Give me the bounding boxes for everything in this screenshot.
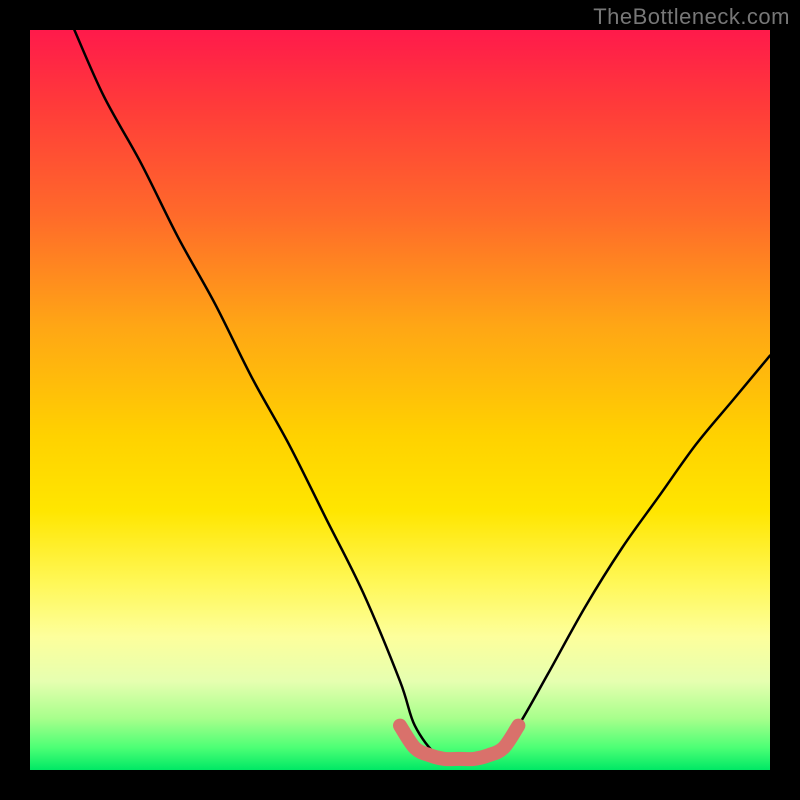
chart-svg [30,30,770,770]
bottleneck-curve [74,30,770,764]
chart-frame: TheBottleneck.com [0,0,800,800]
watermark-text: TheBottleneck.com [593,4,790,30]
plot-area [30,30,770,770]
